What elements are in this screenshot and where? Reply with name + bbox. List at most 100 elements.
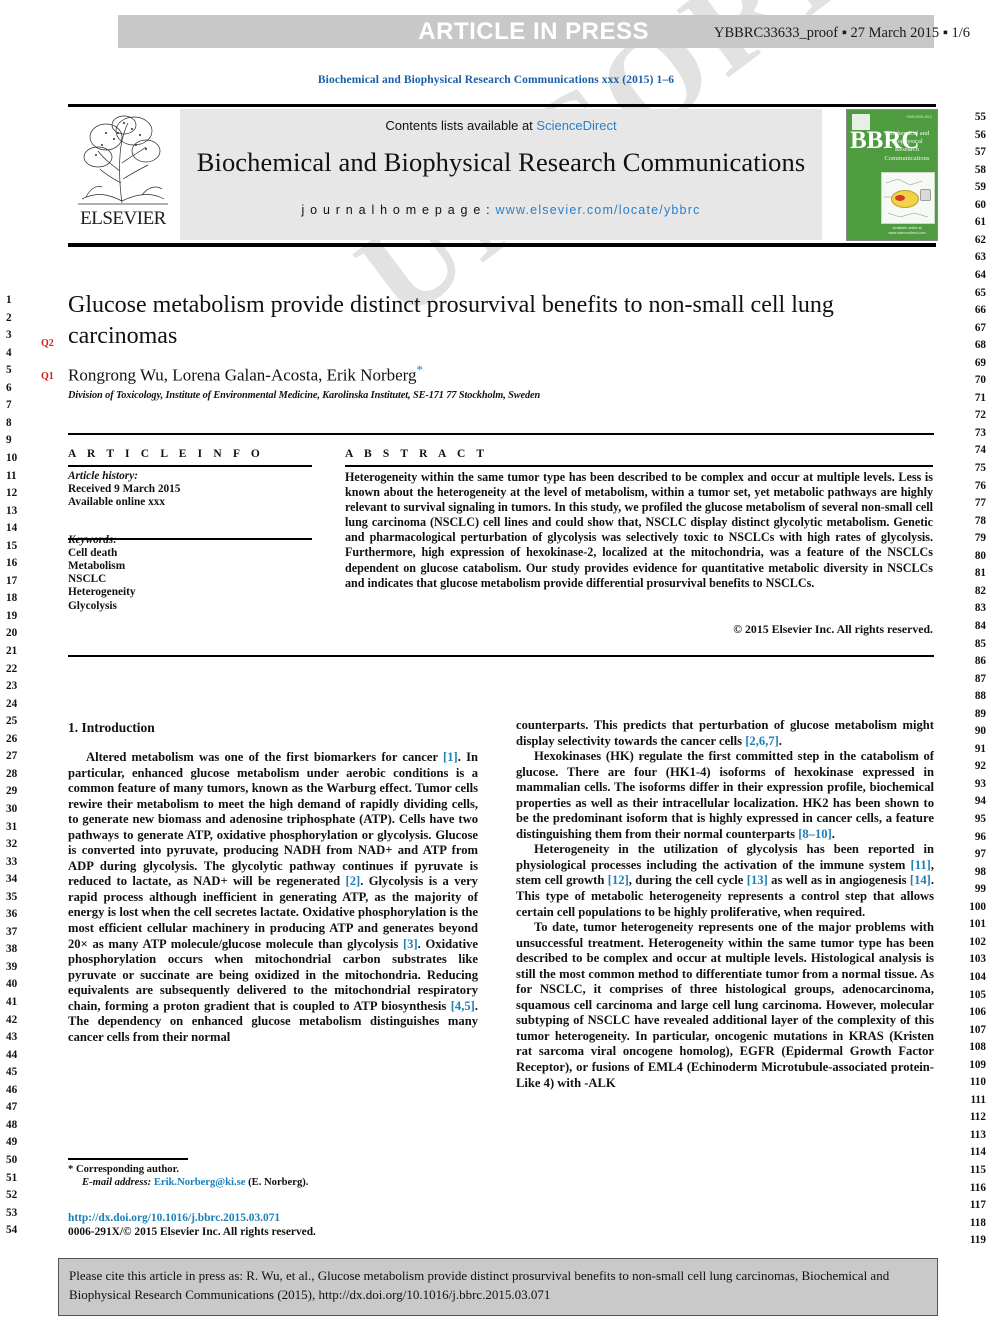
line-number: 89 xyxy=(974,707,986,720)
line-number: 40 xyxy=(6,978,18,991)
line-number: 104 xyxy=(969,970,986,983)
line-number: 81 xyxy=(974,567,986,580)
article-info-column: Article history: Received 9 March 2015 A… xyxy=(68,470,312,613)
keywords-label: Keywords: xyxy=(68,534,312,547)
line-number: 65 xyxy=(974,286,986,299)
line-number: 59 xyxy=(974,181,986,194)
line-number: 99 xyxy=(974,883,986,896)
cover-square-shape xyxy=(920,189,931,201)
line-number: 55 xyxy=(974,111,986,123)
line-number: 42 xyxy=(6,1013,18,1026)
line-number: 77 xyxy=(974,497,986,510)
cover-issn-text: ISSN 0006-291X xyxy=(906,115,932,119)
doi-link[interactable]: http://dx.doi.org/10.1016/j.bbrc.2015.03… xyxy=(68,1211,498,1225)
journal-masthead: ELSEVIER Contents lists available at Sci… xyxy=(68,109,938,241)
line-number: 119 xyxy=(969,1234,986,1247)
line-number: 9 xyxy=(6,434,12,447)
line-number: 94 xyxy=(974,795,986,808)
corresponding-author-note: * Corresponding author. xyxy=(68,1164,179,1175)
line-number: 35 xyxy=(6,890,18,903)
journal-homepage-line: j o u r n a l h o m e p a g e : www.else… xyxy=(180,203,822,217)
line-number: 116 xyxy=(969,1181,986,1194)
email-label: E-mail address: xyxy=(82,1177,152,1188)
line-number: 39 xyxy=(6,960,18,973)
line-number: 88 xyxy=(974,690,986,703)
line-number: 22 xyxy=(6,662,18,675)
query-mark-q2[interactable]: Q2 xyxy=(41,338,54,349)
line-number: 46 xyxy=(6,1083,18,1096)
line-number: 43 xyxy=(6,1031,18,1044)
sciencedirect-link[interactable]: ScienceDirect xyxy=(536,118,616,133)
line-number: 72 xyxy=(974,409,986,422)
line-number: 87 xyxy=(974,672,986,685)
corresponding-author-marker: * xyxy=(416,362,424,377)
line-number: 48 xyxy=(6,1118,18,1131)
article-history-block: Article history: Received 9 March 2015 A… xyxy=(68,470,312,510)
email-suffix: (E. Norberg). xyxy=(248,1177,309,1188)
line-number: 118 xyxy=(969,1216,986,1229)
line-number: 26 xyxy=(6,732,18,745)
line-number: 83 xyxy=(974,602,986,615)
line-number: 34 xyxy=(6,873,18,886)
article-in-press-label: ARTICLE IN PRESS xyxy=(418,18,649,45)
line-number: 113 xyxy=(969,1128,986,1141)
abstract-copyright: © 2015 Elsevier Inc. All rights reserved… xyxy=(733,622,933,636)
citation-text: Please cite this article in press as: R.… xyxy=(69,1268,890,1302)
line-number: 41 xyxy=(6,996,18,1008)
line-number: 79 xyxy=(974,532,986,545)
keyword-item: Glycolysis xyxy=(68,599,117,612)
line-number: 66 xyxy=(974,304,986,317)
contents-prefix: Contents lists available at xyxy=(385,118,537,133)
line-number: 20 xyxy=(6,627,18,640)
issn-copyright-line: 0006-291X/© 2015 Elsevier Inc. All right… xyxy=(68,1226,316,1239)
cover-figure xyxy=(881,172,935,224)
line-number: 109 xyxy=(969,1058,986,1071)
footnote-block: * Corresponding author. E-mail address: … xyxy=(68,1163,478,1189)
line-number: 18 xyxy=(6,592,18,605)
abstract-heading-rule xyxy=(345,465,933,467)
line-number: 91 xyxy=(974,742,986,755)
line-number: 38 xyxy=(6,943,18,956)
line-number: 6 xyxy=(6,381,12,394)
paragraph: Altered metabolism was one of the first … xyxy=(68,750,478,1044)
line-number: 101 xyxy=(969,918,986,931)
line-number: 1 xyxy=(6,294,12,306)
line-number: 60 xyxy=(974,198,986,211)
homepage-prefix: j o u r n a l h o m e p a g e : xyxy=(301,203,496,217)
line-number: 90 xyxy=(974,725,986,738)
running-head: Biochemical and Biophysical Research Com… xyxy=(317,74,675,86)
footnote-rule xyxy=(68,1158,188,1160)
cover-title: Biochemical and Biophysical Research Com… xyxy=(884,130,930,162)
article-info-heading: A R T I C L E I N F O xyxy=(68,448,264,460)
line-number: 80 xyxy=(974,549,986,562)
line-number: 2 xyxy=(6,311,12,324)
line-number: 86 xyxy=(974,655,986,668)
line-number: 8 xyxy=(6,416,12,429)
line-number: 106 xyxy=(969,1006,986,1019)
paragraph: Heterogeneity in the utilization of glyc… xyxy=(516,842,935,919)
query-mark-q1[interactable]: Q1 xyxy=(41,371,54,382)
line-number: 75 xyxy=(974,462,986,474)
line-number: 4 xyxy=(6,346,12,359)
abstract-heading: A B S T R A C T xyxy=(345,448,489,460)
line-number: 17 xyxy=(6,574,18,587)
line-number: 95 xyxy=(974,813,986,825)
line-number: 45 xyxy=(6,1066,18,1079)
masthead-panel: Contents lists available at ScienceDirec… xyxy=(180,109,822,240)
line-number: 61 xyxy=(974,216,986,229)
paragraph: Hexokinases (HK) regulate the first comm… xyxy=(516,749,934,841)
line-number: 25 xyxy=(6,715,18,728)
cover-acronym: BBRC xyxy=(850,127,920,154)
elsevier-tree-icon xyxy=(78,115,168,205)
email-link[interactable]: Erik.Norberg@ki.se xyxy=(154,1177,246,1188)
line-number: 69 xyxy=(974,356,986,369)
line-number: 110 xyxy=(969,1076,986,1089)
line-number: 117 xyxy=(969,1199,986,1212)
line-number: 76 xyxy=(974,479,986,492)
article-available-online: Available online xxx xyxy=(68,496,166,509)
line-number: 53 xyxy=(6,1206,18,1219)
journal-homepage-link[interactable]: www.elsevier.com/locate/ybbrc xyxy=(496,203,701,217)
keyword-item: NSCLC xyxy=(68,573,107,586)
line-number: 14 xyxy=(6,522,18,535)
line-number: 21 xyxy=(6,645,18,657)
